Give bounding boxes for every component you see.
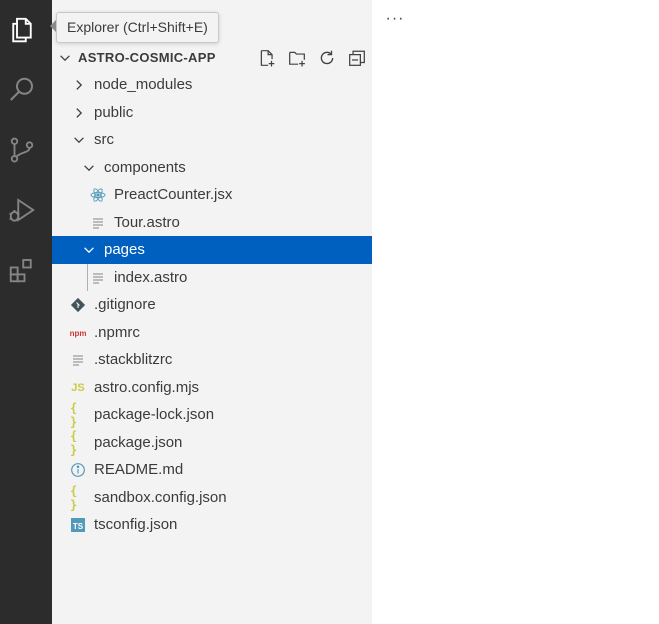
- file-item[interactable]: PreactCounter.jsx: [52, 181, 372, 209]
- item-label: sandbox.config.json: [94, 488, 227, 506]
- item-label: src: [94, 131, 114, 148]
- ts-icon: TS: [70, 517, 86, 533]
- run-debug-icon[interactable]: [4, 192, 40, 228]
- item-label: package-lock.json: [94, 406, 215, 423]
- collapse-all-icon[interactable]: [346, 47, 368, 69]
- folder-item[interactable]: node_modules: [52, 71, 372, 99]
- file-item[interactable]: JS astro.config.mjs: [52, 374, 372, 402]
- file-item[interactable]: { } sandbox.config.json: [52, 484, 372, 512]
- chevron-down-icon: [82, 161, 96, 175]
- json-icon: { }: [70, 428, 77, 457]
- item-label: astro.config.mjs: [94, 378, 200, 396]
- lines-icon: [70, 352, 86, 368]
- item-label: Tour.astro: [114, 213, 180, 231]
- file-item[interactable]: README.md: [52, 456, 372, 484]
- json-icon: { }: [70, 401, 77, 429]
- json-icon: { }: [70, 483, 77, 512]
- item-label: pages: [104, 241, 145, 258]
- item-label: index.astro: [114, 268, 188, 286]
- file-item[interactable]: Tour.astro: [52, 209, 372, 237]
- react-icon: [90, 187, 106, 203]
- item-label: PreactCounter.jsx: [114, 186, 233, 203]
- file-item[interactable]: { } package-lock.json: [52, 401, 372, 429]
- new-file-icon[interactable]: [256, 47, 278, 69]
- explorer-sidebar: ··· ASTRO-COSMIC-APP node_modules public…: [52, 0, 403, 624]
- more-actions-button[interactable]: ···: [384, 8, 406, 30]
- chevron-down-icon: [82, 243, 96, 257]
- folder-item[interactable]: components: [52, 154, 372, 182]
- new-folder-icon[interactable]: [286, 47, 308, 69]
- js-icon: JS: [71, 381, 85, 394]
- chevron-down-icon: [60, 55, 70, 62]
- item-label: node_modules: [94, 76, 193, 93]
- npm-icon: npm: [70, 325, 86, 341]
- chevron-right-icon: [72, 78, 86, 92]
- explorer-section-header[interactable]: ASTRO-COSMIC-APP: [52, 44, 372, 71]
- file-item[interactable]: npm .npmrc: [52, 319, 372, 347]
- lines-icon: [90, 270, 106, 286]
- header-actions: [256, 47, 368, 69]
- section-title: ASTRO-COSMIC-APP: [78, 50, 216, 65]
- folder-item[interactable]: public: [52, 99, 372, 127]
- item-label: tsconfig.json: [94, 516, 178, 533]
- folder-item[interactable]: pages: [52, 236, 372, 264]
- folder-item[interactable]: src: [52, 126, 372, 154]
- file-item[interactable]: TS tsconfig.json: [52, 511, 372, 539]
- tooltip-arrow: [50, 20, 56, 32]
- indent-guide: [87, 263, 88, 291]
- file-item[interactable]: index.astro: [52, 264, 372, 292]
- search-icon[interactable]: [4, 72, 40, 108]
- item-label: package.json: [94, 433, 183, 451]
- chevron-down-icon: [72, 133, 86, 147]
- svg-text:npm: npm: [70, 328, 86, 337]
- explorer-tooltip: Explorer (Ctrl+Shift+E): [56, 12, 219, 43]
- item-label: components: [104, 158, 186, 176]
- file-item[interactable]: .stackblitzrc: [52, 346, 372, 374]
- chevron-right-icon: [72, 106, 86, 120]
- explorer-icon[interactable]: [4, 12, 40, 48]
- item-label: .npmrc: [94, 323, 140, 341]
- file-item[interactable]: .gitignore: [52, 291, 372, 319]
- info-icon: [70, 462, 86, 478]
- item-label: .gitignore: [94, 296, 156, 313]
- file-tree: node_modulespublic src components PreactCou…: [52, 71, 372, 539]
- item-label: README.md: [94, 461, 184, 478]
- item-label: .stackblitzrc: [94, 351, 173, 368]
- file-item[interactable]: { } package.json: [52, 429, 372, 457]
- lines-icon: [90, 215, 106, 231]
- refresh-icon[interactable]: [316, 47, 338, 69]
- extensions-icon[interactable]: [4, 252, 40, 288]
- git-icon: [70, 297, 86, 313]
- activity-bar: [0, 0, 52, 624]
- item-label: public: [94, 103, 134, 121]
- source-control-icon[interactable]: [4, 132, 40, 168]
